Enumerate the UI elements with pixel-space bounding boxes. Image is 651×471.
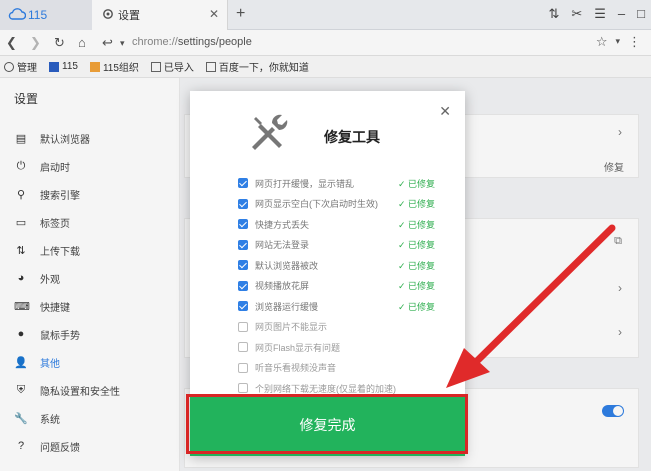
checkbox[interactable]: [238, 260, 248, 271]
dialog-title: 修复工具: [324, 129, 380, 145]
check-label: 浏览器运行缓慢: [255, 301, 319, 312]
check-item[interactable]: 浏览器运行缓慢 ✓ 已修复: [238, 296, 438, 317]
checkbox[interactable]: [238, 239, 248, 250]
checkbox[interactable]: [238, 178, 248, 189]
status-badge: ✓ 已修复: [398, 178, 436, 189]
check-label: 视频播放花屏: [255, 281, 310, 292]
check-label: 网页图片不能显示: [255, 322, 328, 333]
checkbox[interactable]: [238, 362, 248, 373]
checkbox[interactable]: [238, 383, 248, 394]
status-badge: ✓ 已修复: [398, 199, 436, 210]
checkbox[interactable]: [238, 301, 248, 312]
checkbox[interactable]: [238, 280, 248, 291]
check-label: 网页打开缓慢，显示错乱: [255, 178, 355, 189]
check-item[interactable]: 网页Flash显示有问题: [238, 337, 438, 358]
repair-checklist: 网页打开缓慢，显示错乱 ✓ 已修复 网页显示空白(下次启动时生效) ✓ 已修复 快捷…: [238, 173, 438, 399]
checkbox[interactable]: [238, 321, 248, 332]
status-badge: ✓ 已修复: [398, 281, 436, 292]
check-item[interactable]: 网站无法登录 ✓ 已修复: [238, 235, 438, 256]
check-label: 听音乐看视频没声音: [255, 363, 337, 374]
checkbox[interactable]: [238, 342, 248, 353]
check-item[interactable]: 快捷方式丢失 ✓ 已修复: [238, 214, 438, 235]
status-badge: ✓ 已修复: [398, 240, 436, 251]
check-label: 网页显示空白(下次启动时生效): [255, 199, 378, 210]
status-badge: ✓ 已修复: [398, 260, 436, 271]
check-label: 快捷方式丢失: [255, 219, 310, 230]
checkbox[interactable]: [238, 198, 248, 209]
check-item[interactable]: 默认浏览器被改 ✓ 已修复: [238, 255, 438, 276]
check-item[interactable]: 网页显示空白(下次启动时生效) ✓ 已修复: [238, 194, 438, 215]
check-item[interactable]: 听音乐看视频没声音: [238, 358, 438, 379]
check-label: 个别网络下载无速度(仅显着的加速): [255, 383, 396, 394]
checkbox[interactable]: [238, 219, 248, 230]
check-label: 网页Flash显示有问题: [255, 342, 341, 353]
tools-icon: [252, 114, 288, 150]
check-item[interactable]: 视频播放花屏 ✓ 已修复: [238, 276, 438, 297]
highlight-box: [186, 394, 468, 454]
status-badge: ✓ 已修复: [398, 219, 436, 230]
check-item[interactable]: 网页图片不能显示: [238, 317, 438, 338]
check-item[interactable]: 网页打开缓慢，显示错乱 ✓ 已修复: [238, 173, 438, 194]
check-label: 默认浏览器被改: [255, 260, 319, 271]
status-badge: ✓ 已修复: [398, 301, 436, 312]
close-icon[interactable]: ✕: [439, 103, 451, 120]
check-label: 网站无法登录: [255, 240, 310, 251]
